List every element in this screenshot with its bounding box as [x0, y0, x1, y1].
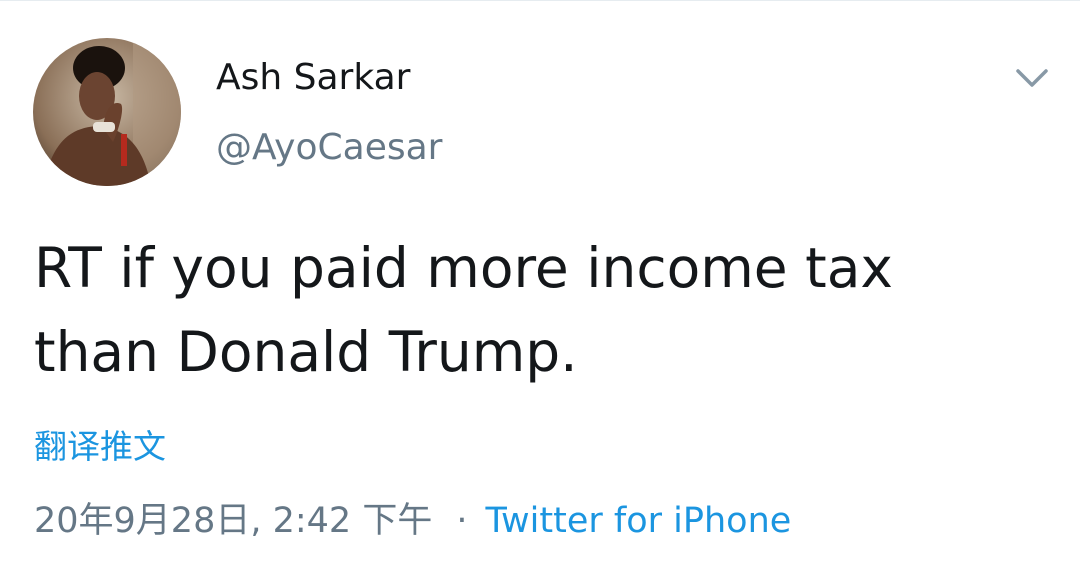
- tweet-source-link[interactable]: Twitter for iPhone: [485, 501, 791, 541]
- tweet-detail: Ash Sarkar @AyoCaesar RT if you paid mor…: [0, 0, 1080, 578]
- avatar-image: [33, 38, 181, 186]
- author-handle[interactable]: @AyoCaesar: [216, 125, 442, 171]
- translate-tweet-link[interactable]: 翻译推文: [34, 425, 166, 469]
- meta-separator: ·: [456, 501, 468, 541]
- tweet-text: RT if you paid more income tax than Dona…: [34, 236, 893, 384]
- author-display-name[interactable]: Ash Sarkar: [216, 55, 410, 101]
- tweet-meta: 20年9月28日, 2:42 下午 · Twitter for iPhone: [34, 497, 791, 545]
- chevron-down-icon[interactable]: [1012, 63, 1052, 93]
- avatar[interactable]: [33, 38, 181, 186]
- tweet-timestamp[interactable]: 20年9月28日, 2:42 下午: [34, 501, 432, 541]
